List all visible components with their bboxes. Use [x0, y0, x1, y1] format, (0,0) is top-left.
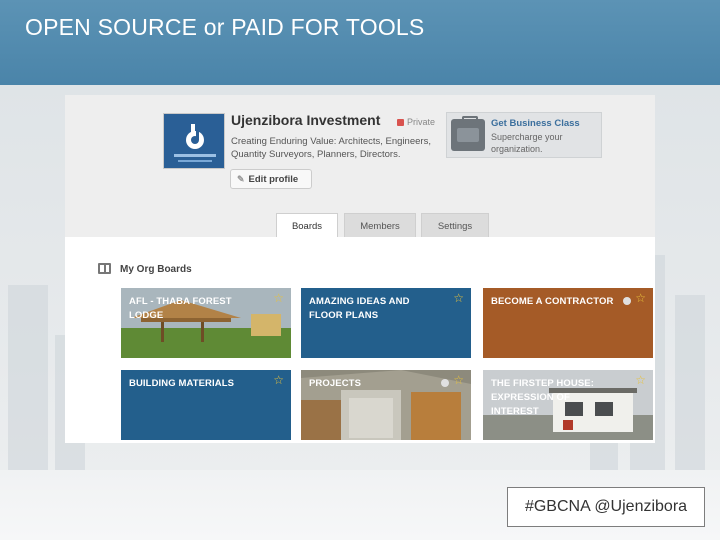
notification-dot-icon	[441, 379, 449, 387]
tab-settings[interactable]: Settings	[421, 213, 489, 237]
star-icon[interactable]: ☆	[453, 291, 464, 305]
pencil-icon: ✎	[237, 174, 245, 184]
org-name: Ujenzibora Investment	[231, 112, 381, 128]
edit-profile-label: Edit profile	[248, 174, 299, 185]
tab-members[interactable]: Members	[344, 213, 416, 237]
star-icon[interactable]: ☆	[635, 291, 646, 305]
board-label: AMAZING IDEAS AND FLOOR PLANS	[309, 296, 410, 321]
board-projects[interactable]: PROJECTS ☆	[301, 370, 471, 440]
edit-profile-button[interactable]: ✎ Edit profile	[230, 169, 312, 189]
slide-title: OPEN SOURCE or PAID FOR TOOLS	[25, 14, 425, 40]
trello-org-screenshot: Ujenzibora Investment Private Creating E…	[65, 95, 655, 443]
promo-subtitle: Supercharge your organization.	[491, 132, 563, 154]
board-label: THE FIRSTEP HOUSE: EXPRESSION OF INTERES…	[491, 378, 594, 417]
board-label: AFL - THABA FOREST LODGE	[129, 296, 232, 321]
slide-header: OPEN SOURCE or PAID FOR TOOLS	[0, 0, 720, 85]
tab-boards-label: Boards	[291, 221, 323, 232]
lock-icon	[397, 119, 404, 126]
hashtag-box: #GBCNA @Ujenzibora	[507, 487, 705, 527]
tab-members-label: Members	[360, 221, 400, 232]
privacy-label: Private	[397, 117, 435, 127]
board-amazing-ideas[interactable]: AMAZING IDEAS AND FLOOR PLANS ☆	[301, 288, 471, 358]
star-icon[interactable]: ☆	[273, 291, 284, 305]
tab-boards[interactable]: Boards	[276, 213, 338, 237]
board-label: PROJECTS	[309, 378, 362, 389]
business-class-promo[interactable]: Get Business Class Supercharge your orga…	[446, 112, 602, 158]
tab-settings-label: Settings	[437, 221, 473, 232]
logo-mark-icon	[186, 124, 204, 149]
boards-icon	[98, 263, 111, 274]
org-description: Creating Enduring Value: Architects, Eng…	[231, 136, 431, 160]
ujenzibora-logo	[163, 113, 225, 169]
board-firstep-house[interactable]: THE FIRSTEP HOUSE: EXPRESSION OF INTERES…	[483, 370, 653, 440]
star-icon[interactable]: ☆	[635, 373, 646, 387]
star-icon[interactable]: ☆	[273, 373, 284, 387]
briefcase-icon	[451, 116, 485, 151]
privacy-text: Private	[407, 117, 436, 127]
star-icon[interactable]: ☆	[453, 373, 464, 387]
promo-title: Get Business Class	[491, 118, 580, 129]
notification-dot-icon	[623, 297, 631, 305]
board-building-materials[interactable]: BUILDING MATERIALS ☆	[121, 370, 291, 440]
board-afl-thaba-forest-lodge[interactable]: AFL - THABA FOREST LODGE ☆	[121, 288, 291, 358]
board-label: BUILDING MATERIALS	[129, 378, 235, 389]
board-become-a-contractor[interactable]: BECOME A CONTRACTOR ☆	[483, 288, 653, 358]
board-label: BECOME A CONTRACTOR	[491, 296, 614, 307]
section-title: My Org Boards	[120, 264, 192, 275]
